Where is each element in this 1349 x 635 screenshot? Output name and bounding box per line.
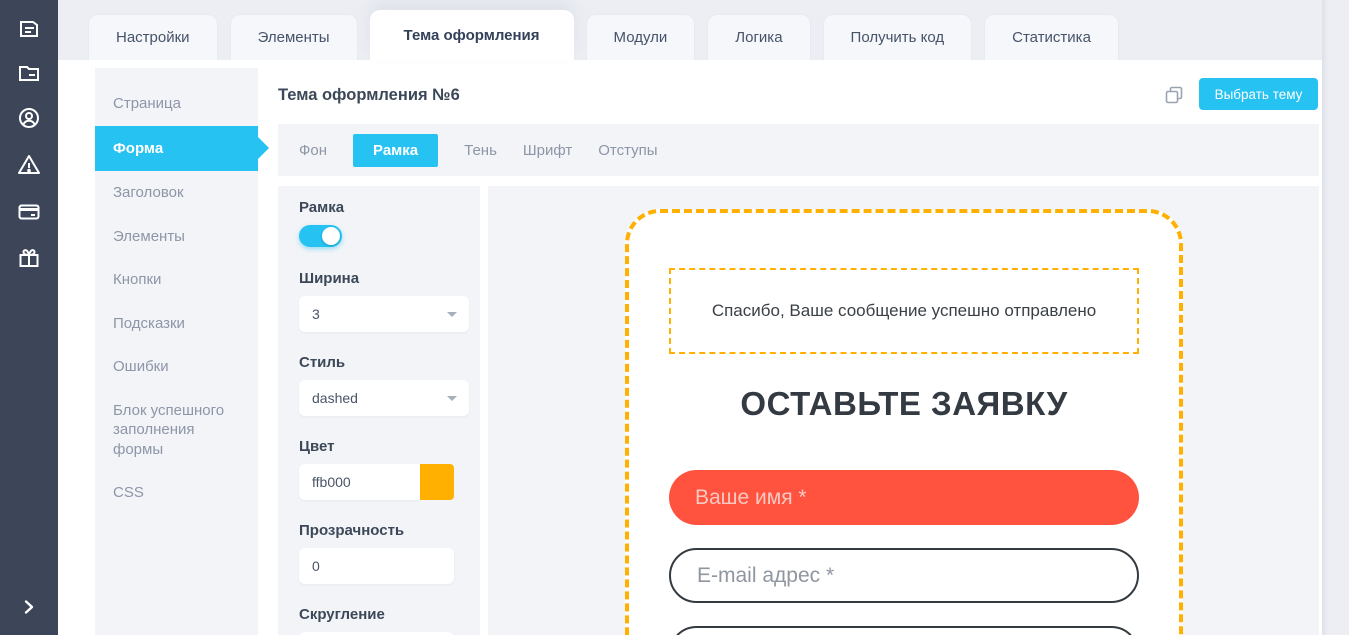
tab-logic[interactable]: Логика: [707, 14, 810, 60]
expand-chevron-icon[interactable]: [19, 597, 39, 617]
folder-icon[interactable]: [17, 61, 41, 85]
tab-settings[interactable]: Настройки: [88, 14, 218, 60]
color-label: Цвет: [299, 438, 459, 455]
chevron-down-icon: [447, 312, 457, 317]
style-tab-font[interactable]: Шрифт: [523, 134, 572, 167]
style-label: Стиль: [299, 354, 459, 371]
nav-item-success-block[interactable]: Блок успешного заполнения формы: [95, 389, 258, 472]
nav-item-heading[interactable]: Заголовок: [95, 171, 258, 215]
warning-icon[interactable]: [17, 153, 41, 177]
width-label: Ширина: [299, 270, 459, 287]
style-value: dashed: [312, 390, 358, 406]
width-select[interactable]: 3: [299, 296, 469, 332]
document-icon[interactable]: [17, 17, 41, 41]
tab-get-code[interactable]: Получить код: [823, 14, 973, 60]
border-toggle[interactable]: [299, 225, 342, 247]
color-swatch[interactable]: [420, 464, 454, 500]
style-tabs: Фон Рамка Тень Шрифт Отступы: [278, 124, 1319, 176]
style-tab-shadow[interactable]: Тень: [464, 134, 497, 167]
tab-theme[interactable]: Тема оформления: [370, 10, 574, 60]
success-message-box: Спасибо, Ваше сообщение успешно отправле…: [669, 268, 1139, 354]
nav-item-errors[interactable]: Ошибки: [95, 345, 258, 389]
opacity-label: Прозрачность: [299, 522, 459, 539]
tab-statistics[interactable]: Статистика: [984, 14, 1119, 60]
tab-modules[interactable]: Модули: [586, 14, 696, 60]
card-icon[interactable]: [17, 200, 41, 224]
border-label: Рамка: [299, 199, 459, 216]
chevron-down-icon: [447, 396, 457, 401]
nav-item-css[interactable]: CSS: [95, 471, 258, 515]
nav-item-elements[interactable]: Элементы: [95, 215, 258, 259]
main-tabs: Настройки Элементы Тема оформления Модул…: [88, 0, 1119, 60]
email-field[interactable]: [669, 548, 1139, 603]
tab-elements[interactable]: Элементы: [230, 14, 358, 60]
section-nav: Страница Форма Заголовок Элементы Кнопки…: [95, 68, 258, 635]
opacity-input[interactable]: [299, 548, 454, 584]
form-preview-panel: Спасибо, Ваше сообщение успешно отправле…: [488, 186, 1319, 635]
form-heading: ОСТАВЬТЕ ЗАЯВКУ: [629, 385, 1179, 423]
radius-label: Скругление: [299, 606, 459, 623]
preview-form: Спасибо, Ваше сообщение успешно отправле…: [625, 209, 1183, 635]
nav-item-form[interactable]: Форма: [95, 126, 258, 172]
color-row: [299, 464, 459, 500]
copy-icon[interactable]: [1164, 85, 1184, 105]
style-tab-background[interactable]: Фон: [299, 134, 327, 167]
border-settings-panel: Рамка Ширина 3 Стиль dashed Цвет Прозрач…: [278, 186, 480, 635]
icon-sidebar: [0, 0, 58, 635]
content-area: Страница Форма Заголовок Элементы Кнопки…: [58, 60, 1322, 635]
nav-item-page[interactable]: Страница: [95, 82, 258, 126]
nav-item-hints[interactable]: Подсказки: [95, 302, 258, 346]
app-window: Настройки Элементы Тема оформления Модул…: [0, 0, 1349, 635]
page-edge-shadow: [1322, 0, 1328, 635]
third-field[interactable]: [669, 626, 1139, 635]
width-value: 3: [312, 306, 320, 322]
nav-item-buttons[interactable]: Кнопки: [95, 258, 258, 302]
form-fields: [669, 470, 1139, 635]
style-select[interactable]: dashed: [299, 380, 469, 416]
name-field[interactable]: [669, 470, 1139, 525]
color-input[interactable]: [299, 464, 420, 500]
style-tab-padding[interactable]: Отступы: [598, 134, 657, 167]
toggle-knob: [322, 227, 340, 245]
success-message: Спасибо, Ваше сообщение успешно отправле…: [712, 298, 1096, 324]
choose-theme-button[interactable]: Выбрать тему: [1199, 78, 1318, 110]
page-title: Тема оформления №6: [278, 86, 460, 105]
gift-icon[interactable]: [17, 246, 41, 270]
style-tab-border[interactable]: Рамка: [353, 134, 438, 167]
account-icon[interactable]: [17, 106, 41, 130]
